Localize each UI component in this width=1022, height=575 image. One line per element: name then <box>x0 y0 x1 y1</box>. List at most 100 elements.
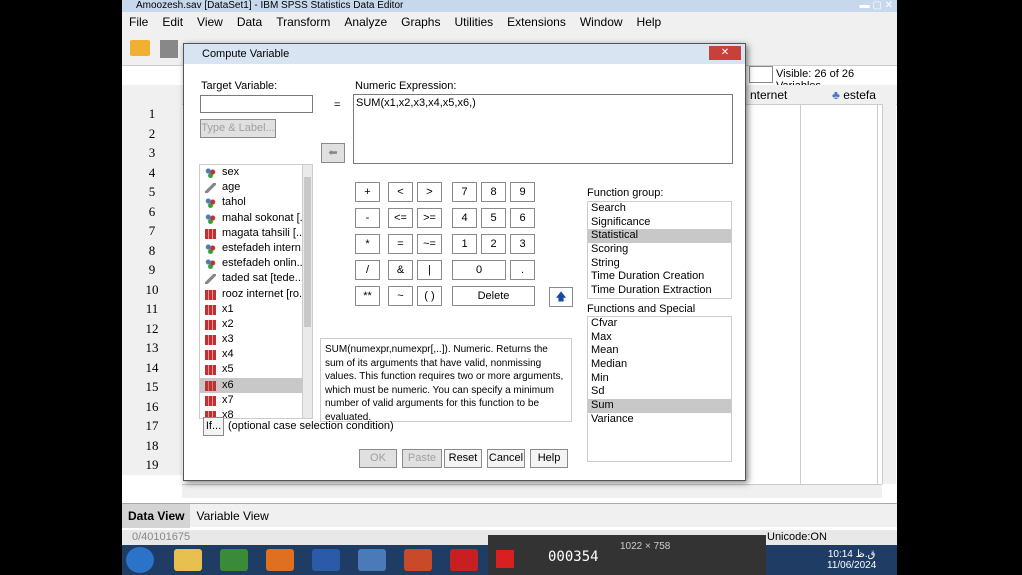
row-number[interactable]: 19 <box>122 455 182 475</box>
reset-button[interactable]: Reset <box>444 449 482 468</box>
list-item[interactable]: Scoring <box>588 243 731 257</box>
calc-button-less-equal[interactable]: <= <box>388 208 413 228</box>
move-variable-button[interactable]: ⬅ <box>321 143 345 163</box>
save-icon[interactable] <box>160 40 178 58</box>
target-variable-input[interactable] <box>200 95 313 113</box>
calc-button-7[interactable]: 7 <box>452 182 477 202</box>
powerpoint-icon[interactable] <box>404 549 432 571</box>
list-item[interactable]: Cfvar <box>588 317 731 331</box>
menu-extensions[interactable]: Extensions <box>500 12 573 32</box>
calc-button-1[interactable]: 1 <box>452 234 477 254</box>
list-item[interactable]: Time Duration Creation <box>588 270 731 284</box>
calc-button-not-equal[interactable]: ~= <box>417 234 442 254</box>
window-controls[interactable]: ▬ ▢ ✕ <box>860 0 893 11</box>
list-item[interactable]: Min <box>588 372 731 386</box>
list-item[interactable]: Max <box>588 331 731 345</box>
menu-transform[interactable]: Transform <box>269 12 337 32</box>
menu-edit[interactable]: Edit <box>155 12 190 32</box>
horizontal-scrollbar[interactable] <box>182 484 882 498</box>
list-item[interactable]: sex <box>200 165 312 180</box>
ok-button[interactable]: OK <box>359 449 397 468</box>
row-number[interactable]: 18 <box>122 435 182 455</box>
row-number[interactable]: 9 <box>122 260 182 280</box>
variable-box[interactable] <box>749 66 773 83</box>
calc-button-plus[interactable]: + <box>355 182 380 202</box>
calc-button-and[interactable]: & <box>388 260 413 280</box>
menu-data[interactable]: Data <box>230 12 269 32</box>
variable-list-scrollbar[interactable] <box>302 165 312 418</box>
calc-button-8[interactable]: 8 <box>481 182 506 202</box>
numeric-expression-input[interactable]: SUM(x1,x2,x3,x4,x5,x6,) <box>353 94 733 164</box>
calc-button-5[interactable]: 5 <box>481 208 506 228</box>
row-number[interactable]: 17 <box>122 416 182 436</box>
tab-variable-view[interactable]: Variable View <box>190 504 274 528</box>
calc-button-2[interactable]: 2 <box>481 234 506 254</box>
menu-utilities[interactable]: Utilities <box>447 12 500 32</box>
functions-list[interactable]: Cfvar Max Mean Median Min Sd Sum Varianc… <box>587 316 732 462</box>
cancel-button[interactable]: Cancel <box>487 449 525 468</box>
firefox-icon[interactable] <box>266 549 294 571</box>
type-and-label-button[interactable]: Type & Label... <box>200 119 276 138</box>
file-explorer-icon[interactable] <box>174 549 202 571</box>
move-function-up-button[interactable]: 🡅 <box>549 287 573 307</box>
column-header-estefadeh[interactable]: ♣ estefa <box>832 88 876 102</box>
column-header-internet[interactable]: nternet <box>750 88 787 102</box>
chrome-icon[interactable] <box>220 549 248 571</box>
calc-button-minus[interactable]: - <box>355 208 380 228</box>
list-item[interactable]: x2 <box>200 317 312 332</box>
row-number[interactable]: 3 <box>122 143 182 163</box>
windows-start-icon[interactable] <box>126 547 154 573</box>
list-item[interactable]: x1 <box>200 302 312 317</box>
close-icon[interactable]: ✕ <box>709 46 741 60</box>
calc-button-multiply[interactable]: * <box>355 234 380 254</box>
list-item[interactable]: Variance <box>588 413 731 427</box>
row-number[interactable]: 1 <box>122 104 182 124</box>
calc-button-greater-equal[interactable]: >= <box>417 208 442 228</box>
word-icon[interactable] <box>312 549 340 571</box>
calc-button-less[interactable]: < <box>388 182 413 202</box>
help-button[interactable]: Help <box>530 449 568 468</box>
paste-button[interactable]: Paste <box>402 449 442 468</box>
variable-list[interactable]: sex age tahol mahal sokonat [... magata … <box>199 164 313 419</box>
if-button[interactable]: If... <box>203 417 224 436</box>
scroll-thumb[interactable] <box>304 177 311 327</box>
calc-button-or[interactable]: | <box>417 260 442 280</box>
list-item-selected[interactable]: Statistical <box>588 229 731 244</box>
list-item[interactable]: mahal sokonat [... <box>200 211 312 226</box>
row-number[interactable]: 7 <box>122 221 182 241</box>
row-number[interactable]: 12 <box>122 318 182 338</box>
list-item[interactable]: Median <box>588 358 731 372</box>
row-number[interactable]: 2 <box>122 123 182 143</box>
list-item[interactable]: rooz internet [ro... <box>200 287 312 302</box>
list-item[interactable]: x7 <box>200 393 312 408</box>
function-group-list[interactable]: Search Significance Statistical Scoring … <box>587 201 732 299</box>
calc-button-not[interactable]: ~ <box>388 286 413 306</box>
list-item[interactable]: taded sat [tede... <box>200 271 312 286</box>
menu-window[interactable]: Window <box>573 12 630 32</box>
list-item[interactable]: tahol <box>200 195 312 210</box>
menu-file[interactable]: File <box>122 12 155 32</box>
list-item[interactable]: String <box>588 257 731 271</box>
calc-button-divide[interactable]: / <box>355 260 380 280</box>
list-item[interactable]: x4 <box>200 347 312 362</box>
row-number[interactable]: 14 <box>122 357 182 377</box>
calc-button-power[interactable]: ** <box>355 286 380 306</box>
list-item[interactable]: age <box>200 180 312 195</box>
list-item-selected[interactable]: x6 <box>200 377 312 393</box>
calc-button-9[interactable]: 9 <box>510 182 535 202</box>
list-item[interactable]: x5 <box>200 362 312 377</box>
taskbar-clock[interactable]: 10:14 ق.ظ 11/06/2024 <box>827 549 876 571</box>
record-stop-icon[interactable] <box>496 550 514 568</box>
list-item-selected[interactable]: Sum <box>588 399 731 413</box>
row-number[interactable]: 5 <box>122 182 182 202</box>
calc-button-3[interactable]: 3 <box>510 234 535 254</box>
menu-analyze[interactable]: Analyze <box>337 12 394 32</box>
menu-graphs[interactable]: Graphs <box>394 12 447 32</box>
calc-button-0[interactable]: 0 <box>452 260 506 280</box>
row-number[interactable]: 16 <box>122 396 182 416</box>
list-item[interactable]: x3 <box>200 332 312 347</box>
list-item[interactable]: estefadeh intern... <box>200 241 312 256</box>
menu-help[interactable]: Help <box>630 12 669 32</box>
calc-button-6[interactable]: 6 <box>510 208 535 228</box>
list-item[interactable]: Mean <box>588 344 731 358</box>
